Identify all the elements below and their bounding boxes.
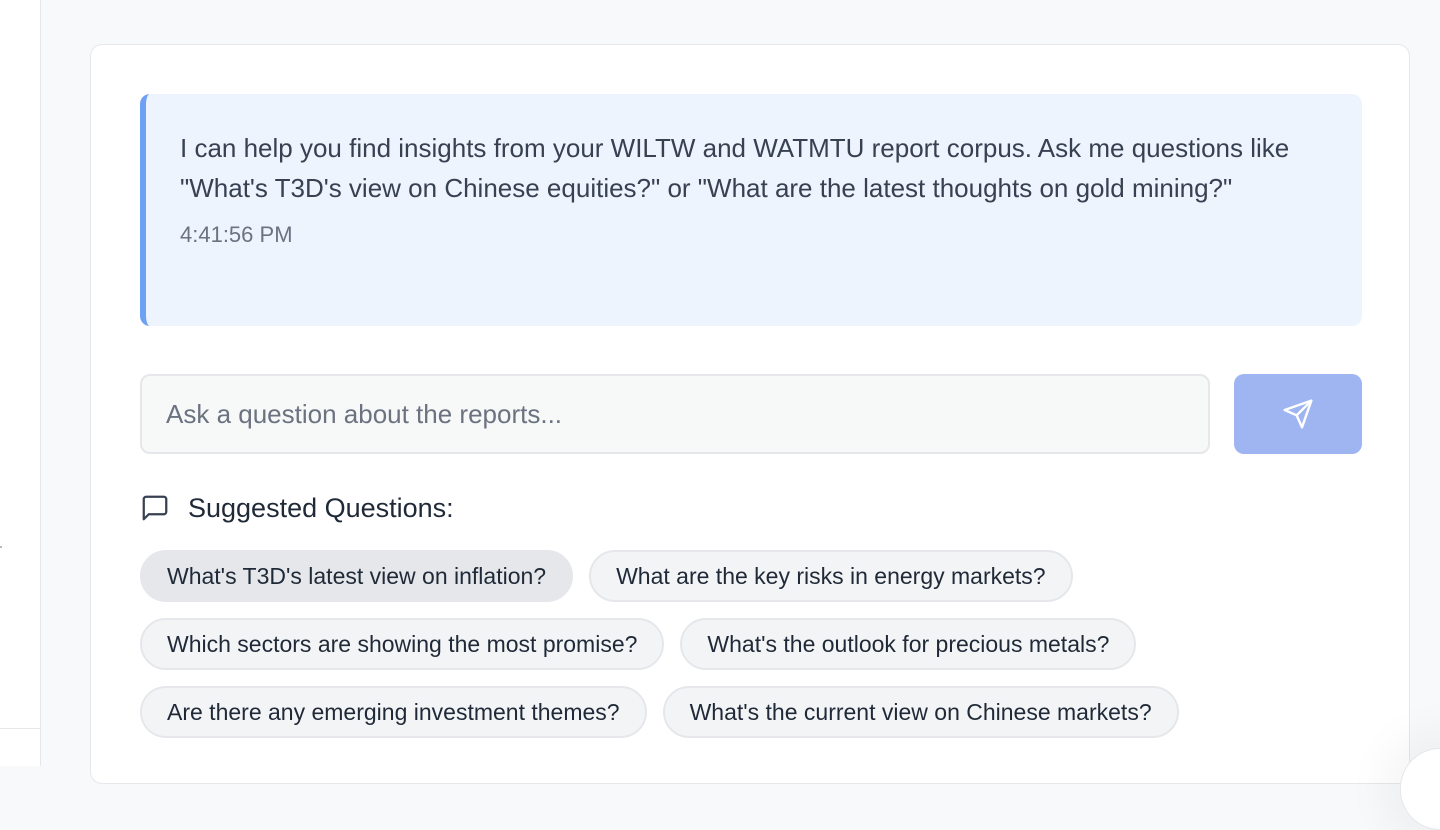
suggested-question-chip[interactable]: Are there any emerging investment themes… [140,686,647,738]
question-input[interactable] [140,374,1210,454]
suggested-question-chip[interactable]: What's T3D's latest view on inflation? [140,550,574,602]
suggested-questions-header: Suggested Questions: [140,488,454,528]
sidebar-marker [0,546,2,548]
suggested-question-chip[interactable]: Which sectors are showing the most promi… [140,618,665,670]
message-timestamp: 4:41:56 PM [180,222,293,247]
send-button[interactable] [1234,374,1362,454]
suggested-question-chip[interactable]: What's the current view on Chinese marke… [662,686,1179,738]
question-input-row [140,374,1362,454]
suggested-question-chip[interactable]: What's the outlook for precious metals? [680,618,1137,670]
suggested-questions-list: What's T3D's latest view on inflation? W… [140,550,1370,754]
left-sidebar [0,0,41,766]
send-icon [1282,398,1314,430]
chip-row: What's T3D's latest view on inflation? W… [140,550,1370,602]
assistant-message: I can help you find insights from your W… [140,94,1362,326]
message-square-icon [140,493,170,523]
chip-row: Which sectors are showing the most promi… [140,618,1370,670]
suggested-question-chip[interactable]: What are the key risks in energy markets… [589,550,1073,602]
assistant-message-text: I can help you find insights from your W… [180,133,1290,203]
sidebar-divider [0,728,40,729]
suggested-questions-title: Suggested Questions: [188,492,454,523]
chat-panel: I can help you find insights from your W… [90,44,1410,784]
chip-row: Are there any emerging investment themes… [140,686,1370,738]
